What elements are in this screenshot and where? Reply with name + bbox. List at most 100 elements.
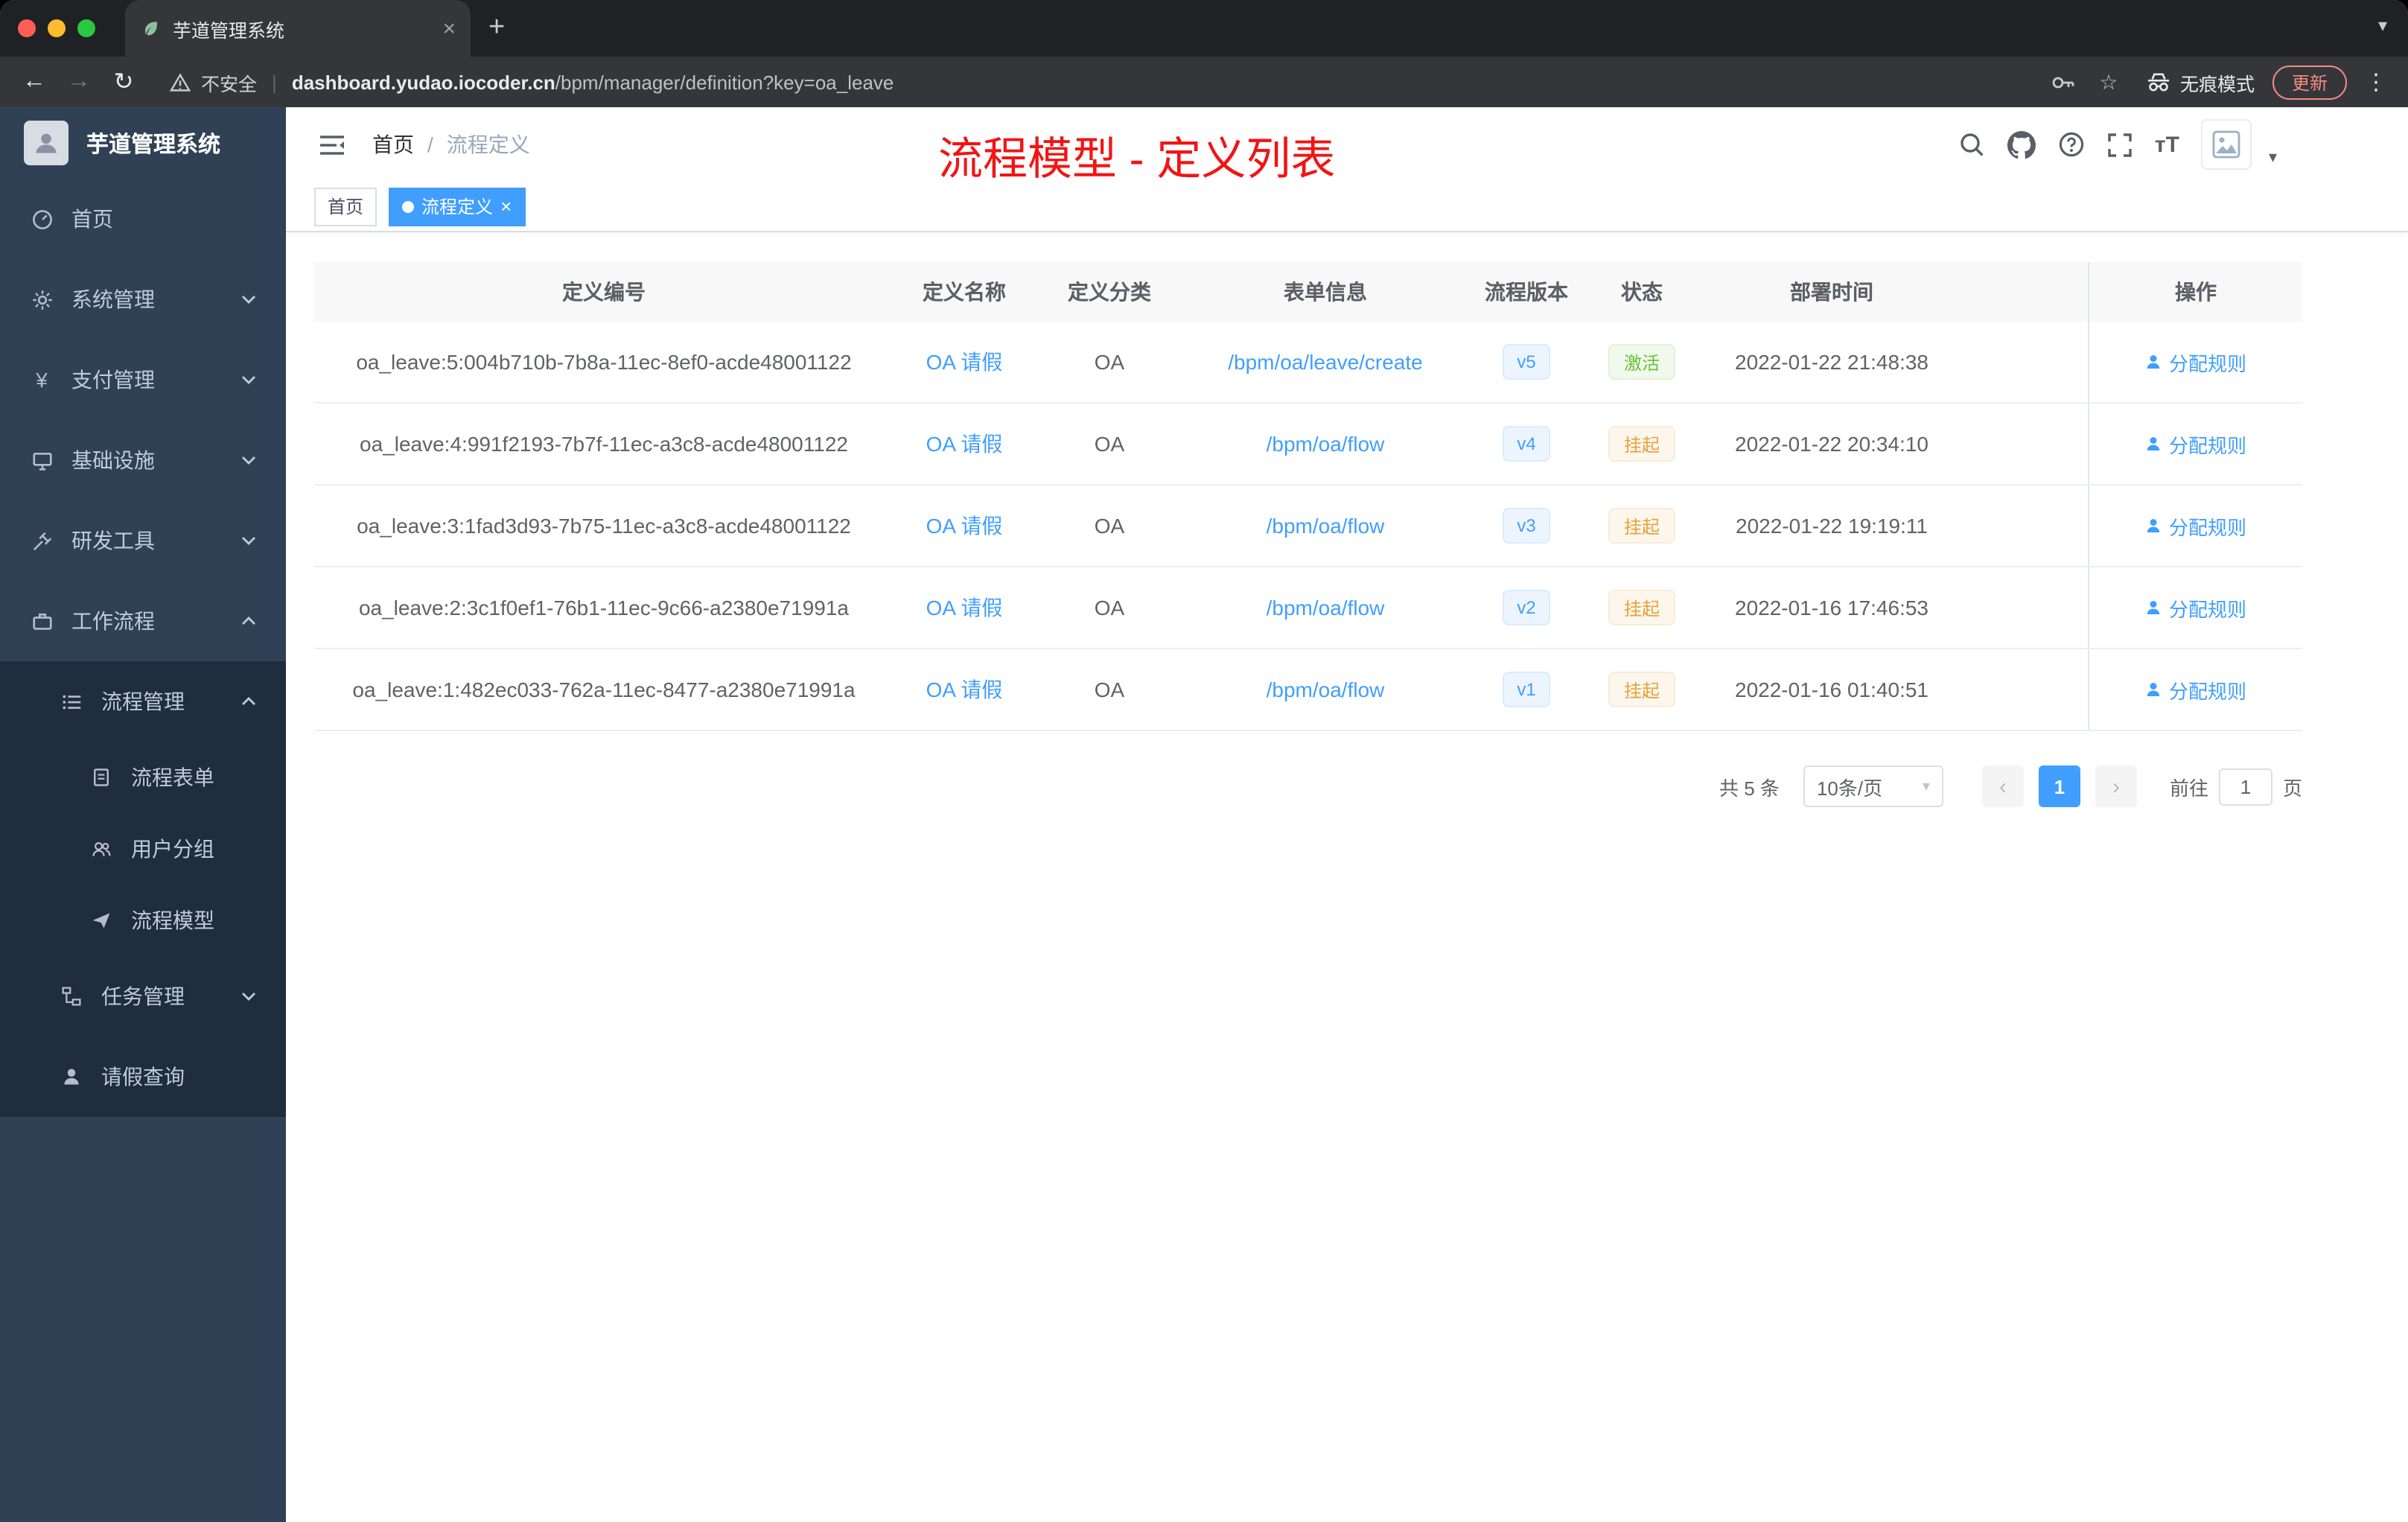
- version-tag: v5: [1502, 344, 1551, 380]
- breadcrumb-home[interactable]: 首页: [372, 130, 414, 159]
- logo-avatar: [24, 121, 69, 165]
- table-row: oa_leave:2:3c1f0ef1-76b1-11ec-9c66-a2380…: [314, 567, 2302, 649]
- assign-rule-button[interactable]: 分配规则: [2145, 593, 2246, 622]
- breadcrumb-current: 流程定义: [446, 133, 530, 156]
- definition-id: oa_leave:4:991f2193-7b7f-11ec-a3c8-acde4…: [360, 432, 848, 456]
- definition-name-link[interactable]: OA 请假: [926, 511, 1003, 541]
- fullscreen-icon[interactable]: [2107, 132, 2133, 157]
- chrome-update-button[interactable]: 更新: [2272, 65, 2347, 99]
- sidebar-item-label: 任务管理: [101, 984, 185, 1008]
- chevron-down-icon: [241, 295, 256, 304]
- form-link[interactable]: /bpm/oa/flow: [1267, 596, 1385, 620]
- workflow-submenu: 流程管理 流程表单 用户分组 流程模型 任务管理 请假查询: [0, 661, 286, 1117]
- definition-id: oa_leave:5:004b710b-7b8a-11ec-8ef0-acde4…: [356, 350, 852, 374]
- definition-category: OA: [1094, 432, 1125, 456]
- document-icon: [89, 767, 113, 788]
- chevron-down-icon: [241, 456, 256, 465]
- sidebar-logo[interactable]: 芋道管理系统: [0, 107, 286, 179]
- definition-id: oa_leave:3:1fad3d93-7b75-11ec-a3c8-acde4…: [357, 514, 851, 538]
- sidebar-item-process-form[interactable]: 流程表单: [0, 742, 286, 813]
- deploy-time: 2022-01-22 20:34:10: [1735, 432, 1928, 456]
- sidebar-item-label: 支付管理: [71, 368, 155, 392]
- definition-id: oa_leave:1:482ec033-762a-11ec-8477-a2380…: [352, 678, 856, 701]
- not-secure-label[interactable]: 不安全: [201, 68, 257, 96]
- back-icon[interactable]: ←: [15, 69, 54, 95]
- sidebar-item-payment[interactable]: ¥ 支付管理: [0, 340, 286, 420]
- assign-rule-button[interactable]: 分配规则: [2145, 430, 2246, 458]
- tab-search-icon[interactable]: ▾: [2378, 15, 2387, 36]
- assign-rule-button[interactable]: 分配规则: [2145, 512, 2246, 540]
- hamburger-icon[interactable]: [310, 133, 354, 156]
- next-page-button[interactable]: ›: [2095, 765, 2137, 807]
- sidebar-item-task-management[interactable]: 任务管理: [0, 956, 286, 1037]
- page-size-select[interactable]: 10条/页 ▾: [1803, 765, 1943, 807]
- person-icon: [2147, 355, 2161, 369]
- help-icon[interactable]: [2058, 131, 2085, 158]
- briefcase-icon: [30, 610, 54, 632]
- app-root: 芋道管理系统 首页 系统管理 ¥ 支付管理 基础设施 研发工具 工作流程 流程管…: [0, 107, 2408, 1522]
- sidebar-item-home[interactable]: 首页: [0, 179, 286, 259]
- definition-category: OA: [1094, 678, 1125, 701]
- url-text[interactable]: dashboard.yudao.iocoder.cn/bpm/manager/d…: [292, 71, 894, 93]
- chevron-up-icon: [241, 617, 256, 625]
- definition-name-link[interactable]: OA 请假: [926, 675, 1003, 704]
- sidebar-item-label: 请假查询: [101, 1065, 185, 1089]
- bookmark-star-icon[interactable]: ☆: [2089, 69, 2128, 95]
- pagination-total: 共 5 条: [1719, 777, 1780, 799]
- column-spacer: [1966, 262, 2088, 322]
- search-icon[interactable]: [1958, 131, 1985, 158]
- column-header: 定义名称: [923, 280, 1006, 304]
- version-tag: v2: [1502, 590, 1551, 625]
- assign-rule-button[interactable]: 分配规则: [2145, 348, 2246, 376]
- page-content: 定义编号 定义名称 定义分类 表单信息 流程版本 状态 部署时间 操作 oa_l…: [286, 232, 2302, 807]
- new-tab-button[interactable]: +: [488, 12, 505, 45]
- form-link[interactable]: /bpm/oa/leave/create: [1228, 350, 1423, 374]
- sidebar-item-leave-query[interactable]: 请假查询: [0, 1037, 286, 1117]
- definition-category: OA: [1094, 596, 1125, 620]
- sidebar-item-workflow[interactable]: 工作流程: [0, 581, 286, 661]
- sidebar-item-infrastructure[interactable]: 基础设施: [0, 420, 286, 500]
- forward-icon[interactable]: →: [60, 69, 98, 95]
- sidebar-item-process-model[interactable]: 流程模型: [0, 885, 286, 956]
- goto-page-input[interactable]: [2218, 768, 2272, 805]
- github-icon[interactable]: [2007, 130, 2036, 159]
- sidebar-item-label: 研发工具: [71, 529, 155, 553]
- form-link[interactable]: /bpm/oa/flow: [1267, 432, 1385, 456]
- password-key-icon[interactable]: [2045, 69, 2083, 95]
- status-badge: 挂起: [1608, 508, 1675, 544]
- tag-process-definition[interactable]: 流程定义 ×: [389, 187, 526, 226]
- user-avatar[interactable]: [2201, 119, 2252, 170]
- definition-name-link[interactable]: OA 请假: [926, 347, 1003, 377]
- page-number-button[interactable]: 1: [2038, 765, 2080, 807]
- form-link[interactable]: /bpm/oa/flow: [1267, 678, 1385, 701]
- form-link[interactable]: /bpm/oa/flow: [1267, 514, 1385, 538]
- assign-rule-button[interactable]: 分配规则: [2145, 675, 2246, 704]
- minimize-window-button[interactable]: [48, 19, 66, 37]
- prev-page-button[interactable]: ‹: [1981, 765, 2024, 807]
- column-header: 操作: [2088, 262, 2302, 322]
- address-bar[interactable]: 不安全 | dashboard.yudao.iocoder.cn/bpm/man…: [170, 68, 2039, 96]
- definition-name-link[interactable]: OA 请假: [926, 429, 1003, 459]
- sidebar-item-label: 流程模型: [131, 908, 214, 932]
- tag-home[interactable]: 首页: [314, 187, 378, 226]
- reload-icon[interactable]: ↻: [104, 67, 143, 97]
- zoom-window-button[interactable]: [77, 19, 95, 37]
- tab-close-icon[interactable]: ×: [442, 17, 456, 39]
- sidebar-item-process-management[interactable]: 流程管理: [0, 661, 286, 742]
- sidebar-item-system[interactable]: 系统管理: [0, 259, 286, 340]
- sidebar-item-label: 系统管理: [71, 287, 155, 311]
- sidebar-item-user-group[interactable]: 用户分组: [0, 813, 286, 885]
- tag-close-icon[interactable]: ×: [500, 197, 512, 216]
- definition-name-link[interactable]: OA 请假: [926, 593, 1003, 623]
- browser-tab[interactable]: 芋道管理系统 ×: [125, 0, 471, 57]
- font-size-icon[interactable]: тT: [2155, 132, 2179, 157]
- tab-strip: 芋道管理系统 × + ▾: [0, 0, 2408, 57]
- browser-menu-icon[interactable]: ⋮: [2365, 69, 2387, 95]
- close-window-button[interactable]: [18, 19, 36, 37]
- table-row: oa_leave:3:1fad3d93-7b75-11ec-a3c8-acde4…: [314, 485, 2302, 567]
- sidebar-item-devtools[interactable]: 研发工具: [0, 500, 286, 581]
- deploy-time: 2022-01-16 01:40:51: [1735, 678, 1928, 701]
- status-badge: 激活: [1608, 344, 1675, 380]
- pagination: 共 5 条 10条/页 ▾ ‹ 1 › 前往 页: [314, 765, 2302, 807]
- avatar-caret-icon[interactable]: ▾: [2269, 147, 2277, 170]
